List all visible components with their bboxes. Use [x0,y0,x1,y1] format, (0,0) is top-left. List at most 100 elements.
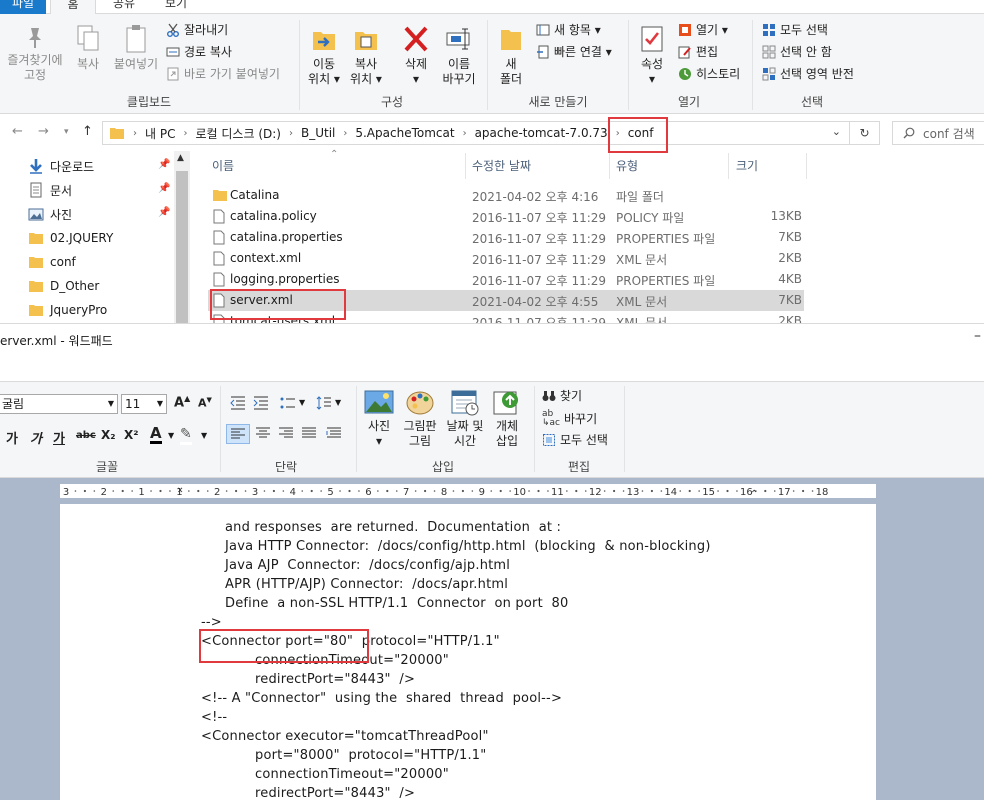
table-row-selected[interactable]: server.xml 2021-04-02 오후 4:55 XML 문서 7KB [208,290,804,311]
up-arrow-icon[interactable]: ↑ [82,124,93,139]
nav-item-jquerypro[interactable]: JqueryPro [28,299,178,321]
column-header-date[interactable]: 수정한 날짜 [472,157,531,174]
table-row[interactable]: catalina.properties 2016-11-07 오후 11:29 … [208,227,804,248]
line-spacing-icon[interactable] [316,396,332,410]
breadcrumb-tomcat-version[interactable]: apache-tomcat-7.0.73 [475,126,608,140]
breadcrumb-this-pc[interactable]: 내 PC [145,125,175,142]
insert-object-button[interactable]: 개체 삽입 [490,388,524,449]
cut-button[interactable]: 잘라내기 [166,22,228,38]
table-row[interactable]: catalina.policy 2016-11-07 오후 11:29 POLI… [208,206,804,227]
find-button[interactable]: 찾기 [542,388,582,404]
replace-button[interactable]: ab ↳ac 바꾸기 [542,410,597,428]
nav-item-pictures[interactable]: 사진 [28,203,178,225]
chevron-down-icon[interactable]: ▼ [201,431,207,440]
shrink-font-icon[interactable]: A▼ [198,396,212,410]
chevron-down-icon[interactable]: ▼ [335,398,341,407]
increase-indent-icon[interactable] [253,396,269,410]
superscript-button[interactable]: X² [124,428,139,442]
justify-icon[interactable] [301,427,317,440]
paste-button[interactable]: 붙여넣기 [110,24,162,72]
paint-drawing-button[interactable]: 그림판 그림 [400,388,440,449]
bold-button[interactable]: 가 [6,428,18,447]
nav-item-d-other[interactable]: D_Other [28,275,178,297]
select-all-button[interactable]: 모두 선택 [762,22,828,38]
breadcrumb-b-util[interactable]: B_Util [301,126,335,140]
column-separator[interactable] [465,153,466,179]
grow-font-icon[interactable]: A▲ [174,394,190,410]
new-item-button[interactable]: 새 항목 ▾ [536,22,601,38]
align-left-button[interactable] [226,424,250,444]
recent-chevron-down-icon[interactable]: ▾ [64,127,69,137]
tab-share[interactable]: 공유 [104,0,144,14]
new-folder-button[interactable]: 새 폴더 [494,24,528,87]
nav-item-downloads[interactable]: 다운로드 [28,155,178,177]
table-row[interactable]: context.xml 2016-11-07 오후 11:29 XML 문서 2… [208,248,804,269]
align-right-icon[interactable] [278,427,294,440]
scroll-up-icon[interactable]: ▲ [177,153,184,163]
properties-button[interactable]: 속성 ▾ [634,24,670,87]
table-row[interactable]: logging.properties 2016-11-07 오후 11:29 P… [208,269,804,290]
invert-selection-button[interactable]: 선택 영역 반전 [762,66,854,82]
text-color-icon[interactable]: A [150,426,162,444]
refresh-icon[interactable]: ↻ [849,122,879,144]
table-row[interactable]: Catalina 2021-04-02 오후 4:16 파일 폴더 [208,185,804,206]
move-to-button[interactable]: 이동 위치 ▾ [304,24,344,87]
breadcrumb-local-disk[interactable]: 로컬 디스크 (D:) [195,125,280,142]
chevron-down-icon[interactable]: ▼ [168,431,174,440]
bullet-list-icon[interactable] [280,396,296,410]
nav-item-documents[interactable]: 문서 [28,179,178,201]
easy-access-button[interactable]: 빠른 연결 ▾ [536,44,612,60]
column-separator[interactable] [609,153,610,179]
align-center-icon[interactable] [255,427,271,440]
pin-icon[interactable]: 📌 [158,159,170,170]
copy-button[interactable]: 복사 [70,24,106,72]
address-history-chevron-icon[interactable]: ⌄ [832,125,841,138]
pin-icon[interactable]: 📌 [158,183,170,194]
italic-button[interactable]: 가 [30,428,42,447]
table-row[interactable]: tomcat-users.xml 2016-11-07 오후 11:29 XML… [208,311,804,323]
underline-button[interactable]: 가 [53,428,65,447]
select-all-button[interactable]: 모두 선택 [542,432,608,448]
back-arrow-icon[interactable]: ← [12,124,23,139]
date-time-button[interactable]: 날짜 및 시간 [442,388,488,449]
open-button[interactable]: 열기 ▾ [678,22,728,38]
breadcrumb-apache-tomcat[interactable]: 5.ApacheTomcat [355,126,454,140]
search-box[interactable]: conf 검색 [892,121,984,145]
tab-file[interactable]: 파일 [0,0,46,14]
copy-path-button[interactable]: 경로 복사 [166,44,232,60]
insert-picture-button[interactable]: 사진 ▾ [362,388,396,449]
nav-item-conf[interactable]: conf [28,251,178,273]
subscript-button[interactable]: X₂ [101,428,116,442]
document-page[interactable]: and responses are returned. Documentatio… [60,504,876,800]
select-none-button[interactable]: 선택 안 함 [762,44,832,60]
forward-arrow-icon[interactable]: → [38,124,49,139]
horizontal-ruler[interactable]: 3 2 1 1 2 3 4 5 6 7 8 9 10 11 12 13 14 15 16 17 18 ⌄ ⌃ ⌃ [60,482,876,500]
decrease-indent-icon[interactable] [230,396,246,410]
rename-button[interactable]: 이름 바꾸기 [438,24,480,87]
history-button[interactable]: 히스토리 [678,66,740,82]
paste-shortcut-button[interactable]: 바로 가기 붙여넣기 [166,66,280,82]
breadcrumb-conf[interactable]: conf [628,126,654,140]
chevron-down-icon[interactable]: ▼ [299,398,305,407]
strikethrough-button[interactable]: abc [76,430,96,441]
hanging-indent-marker-icon[interactable]: ⌃ [176,489,184,500]
font-size-select[interactable]: 11 ▼ [121,394,167,414]
address-box[interactable]: › 내 PC › 로컬 디스크 (D:) › B_Util › 5.Apache… [102,121,880,145]
column-header-name[interactable]: 이름 [212,157,234,174]
font-name-select[interactable]: 굴림 ▼ [0,394,118,414]
scrollbar-thumb[interactable] [176,171,188,323]
pin-quick-access-button[interactable]: 즐겨찾기에 고정 [4,24,66,83]
column-separator[interactable] [728,153,729,179]
navigation-pane-scrollbar[interactable]: ▲ [174,151,190,323]
copy-to-button[interactable]: 복사 위치 ▾ [346,24,386,87]
minimize-icon[interactable]: – [974,328,981,344]
column-separator[interactable] [806,153,807,179]
highlighter-icon[interactable]: ✎ [180,426,192,445]
pin-icon[interactable]: 📌 [158,207,170,218]
edit-button[interactable]: 편집 [678,44,718,60]
paragraph-settings-icon[interactable] [326,427,342,440]
column-header-type[interactable]: 유형 [616,157,638,174]
delete-button[interactable]: 삭제 ▾ [396,24,436,87]
tab-view[interactable]: 보기 [156,0,196,14]
tab-home[interactable]: 홈 [50,0,96,14]
